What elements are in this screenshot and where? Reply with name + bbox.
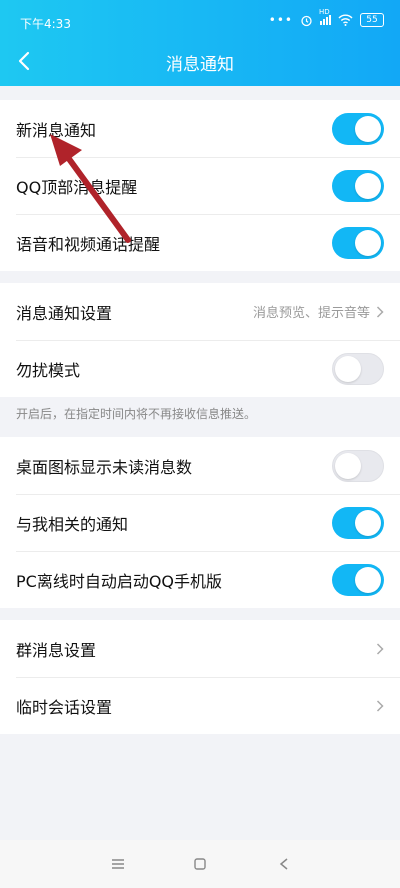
do-not-disturb-toggle[interactable] [332,352,384,385]
row-label: 语音和视频通话提醒 [16,234,161,254]
qq-top-reminder-toggle[interactable] [332,169,384,202]
row-label: 桌面图标显示未读消息数 [16,457,193,477]
chevron-right-icon [376,642,384,655]
unread-badge-toggle[interactable] [332,449,384,482]
notification-group: 新消息通知 QQ顶部消息提醒 语音和视频通话提醒 [0,100,400,271]
home-nav-button[interactable] [190,854,210,874]
pc-offline-autostart-row[interactable]: PC离线时自动启动QQ手机版 [0,551,400,608]
chevron-right-icon [376,699,384,712]
status-time: 下午4:33 [20,17,71,31]
row-label: 与我相关的通知 [16,514,129,534]
notification-settings-row[interactable]: 消息通知设置 消息预览、提示音等 [0,283,400,340]
system-nav-bar [0,840,400,888]
related-notification-row[interactable]: 与我相关的通知 [0,494,400,551]
new-message-notification-row[interactable]: 新消息通知 [0,100,400,157]
title-bar: 消息通知 [0,38,400,86]
battery-icon: 55 [360,13,384,27]
row-label: QQ顶部消息提醒 [16,177,138,197]
page-title: 消息通知 [166,55,234,75]
qq-top-message-reminder-row[interactable]: QQ顶部消息提醒 [0,157,400,214]
settings-group: 消息通知设置 消息预览、提示音等 勿扰模式 [0,283,400,397]
group-message-settings-row[interactable]: 群消息设置 [0,620,400,677]
notification-settings-value: 消息预览、提示音等 [252,306,370,321]
row-label: 消息通知设置 [16,303,113,323]
voice-video-toggle[interactable] [332,226,384,259]
status-icons: ••• HD 55 [268,8,384,27]
alarm-icon [301,15,312,26]
chat-settings-group: 群消息设置 临时会话设置 [0,620,400,734]
signal-icon: HD [319,8,331,25]
row-label: 勿扰模式 [16,360,81,380]
status-bar: 下午4:33 ••• HD 55 [0,0,400,38]
temporary-chat-settings-row[interactable]: 临时会话设置 [0,677,400,734]
do-not-disturb-row[interactable]: 勿扰模式 [0,340,400,397]
related-notification-toggle[interactable] [332,506,384,539]
triangle-back-icon [279,858,288,870]
dnd-hint: 开启后，在指定时间内将不再接收信息推送。 [16,407,257,421]
wifi-icon [338,14,353,26]
back-nav-button[interactable] [274,854,294,874]
menu-nav-button[interactable] [108,854,128,874]
misc-notification-group: 桌面图标显示未读消息数 与我相关的通知 PC离线时自动启动QQ手机版 [0,437,400,608]
dots-icon: ••• [268,13,293,27]
voice-video-call-reminder-row[interactable]: 语音和视频通话提醒 [0,214,400,271]
chevron-right-icon [376,305,384,318]
row-label: 临时会话设置 [16,697,113,717]
menu-icon [112,859,124,869]
row-label: 新消息通知 [16,120,97,140]
signal-label: HD [319,8,330,16]
new-message-toggle[interactable] [332,112,384,145]
header: 下午4:33 ••• HD 55 消息通知 [0,0,400,86]
pc-offline-autostart-toggle[interactable] [332,563,384,596]
unread-badge-row[interactable]: 桌面图标显示未读消息数 [0,437,400,494]
square-home-icon [194,858,206,870]
row-label: PC离线时自动启动QQ手机版 [16,571,223,591]
row-label: 群消息设置 [16,640,97,660]
